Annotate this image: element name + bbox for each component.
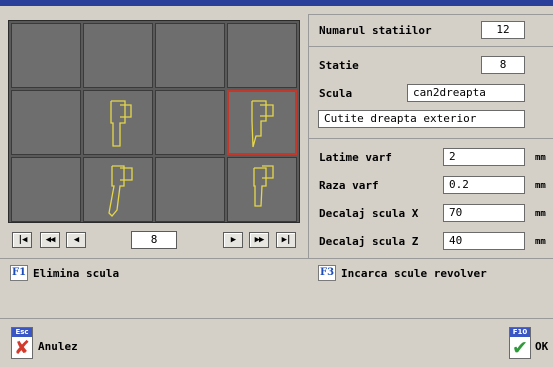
tool-holder-icon (108, 165, 133, 217)
station-label: Statie (319, 59, 359, 72)
skip-last-icon[interactable]: ▶| (276, 232, 296, 248)
tool-description-field[interactable]: Cutite dreapta exterior (318, 110, 525, 128)
param-label: Decalaj scula X (319, 207, 419, 220)
remove-tool-label[interactable]: Elimina scula (33, 267, 119, 280)
fast-back-icon[interactable]: ◀◀ (40, 232, 60, 248)
cancel-button[interactable]: Esc ✘ (11, 327, 33, 359)
tool-cell-9[interactable] (11, 157, 81, 222)
page-number-field[interactable]: 8 (131, 231, 177, 249)
ok-label[interactable]: OK (535, 340, 548, 353)
tool-holder-icon (251, 100, 274, 148)
param-unit: mm (535, 237, 546, 247)
tool-name-label: Scula (319, 87, 353, 100)
param-value-field[interactable]: 2 (443, 148, 525, 166)
tool-cell-2[interactable] (83, 23, 153, 88)
param-unit: mm (535, 153, 546, 163)
tool-cell-3[interactable] (155, 23, 225, 88)
divider (0, 258, 553, 259)
ok-button[interactable]: F10 ✔ (509, 327, 531, 359)
step-back-icon[interactable]: ◀ (66, 232, 86, 248)
divider (0, 318, 553, 319)
fast-forward-icon[interactable]: ▶▶ (249, 232, 269, 248)
tool-cell-1[interactable] (11, 23, 81, 88)
tool-cell-10[interactable] (83, 157, 153, 222)
param-value-field[interactable]: 70 (443, 204, 525, 222)
checkmark-icon: ✔ (512, 337, 528, 359)
tool-name-field[interactable]: can2dreapta (407, 84, 525, 102)
tool-holder-icon (110, 100, 132, 147)
param-unit: mm (535, 209, 546, 219)
param-label: Decalaj scula Z (319, 235, 419, 248)
tool-parameters-panel: Latime varf 2 mm Raza varf 0.2 mm Decala… (308, 138, 553, 258)
f10-key-label: F10 (510, 328, 530, 337)
tool-cell-5[interactable] (11, 90, 81, 155)
param-label: Latime varf (319, 151, 392, 164)
tool-holder-icon (253, 165, 274, 207)
tool-cell-7[interactable] (155, 90, 225, 155)
stations-label: Numarul statiilor (319, 24, 432, 37)
tool-turret-grid (8, 20, 300, 223)
cancel-label[interactable]: Anulez (38, 340, 78, 353)
tool-cell-4[interactable] (227, 23, 297, 88)
tool-cell-11[interactable] (155, 157, 225, 222)
param-unit: mm (535, 181, 546, 191)
load-turret-tools-label[interactable]: Incarca scule revolver (341, 267, 487, 280)
tool-cell-6[interactable] (83, 90, 153, 155)
param-value-field[interactable]: 40 (443, 232, 525, 250)
f1-key-icon[interactable]: F1 (10, 265, 28, 281)
skip-first-icon[interactable]: |◀ (12, 232, 32, 248)
station-number-field[interactable]: 8 (481, 56, 525, 74)
stations-panel: Numarul statiilor 12 (308, 14, 553, 46)
station-panel: Statie 8 Scula can2dreapta Cutite dreapt… (308, 46, 553, 138)
esc-key-label: Esc (12, 328, 32, 337)
tool-cell-12[interactable] (227, 157, 297, 222)
x-mark-icon: ✘ (14, 337, 30, 359)
param-value-field[interactable]: 0.2 (443, 176, 525, 194)
param-label: Raza varf (319, 179, 379, 192)
title-accent-bar (0, 0, 553, 6)
step-forward-icon[interactable]: ▶ (223, 232, 243, 248)
tool-cell-8-selected[interactable] (227, 90, 297, 155)
stations-count-field[interactable]: 12 (481, 21, 525, 39)
f3-key-icon[interactable]: F3 (318, 265, 336, 281)
